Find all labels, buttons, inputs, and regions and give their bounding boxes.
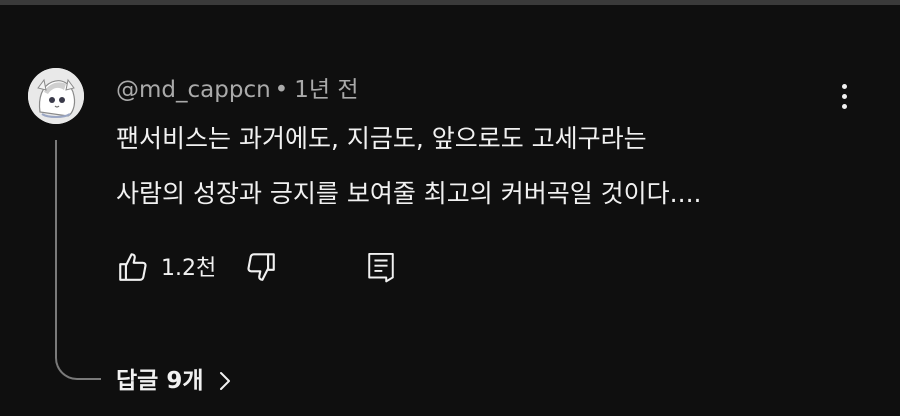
like-count: 1.2천 (161, 256, 217, 281)
reply-button[interactable] (365, 250, 397, 284)
replies-label: 답글 9개 (116, 368, 204, 394)
reply-thread-line (55, 140, 101, 380)
reply-comment-icon (368, 252, 394, 283)
comment-time[interactable]: 1년 전 (294, 77, 358, 103)
more-vert-icon (841, 83, 847, 109)
meta-separator: • (274, 77, 289, 103)
comment-meta: @md_cappcn • 1년 전 (116, 76, 359, 104)
thumbs-up-icon (119, 253, 147, 281)
author-name[interactable]: @md_cappcn (116, 77, 271, 103)
comment-text-line-1: 팬서비스는 과거에도, 지금도, 앞으로도 고세구라는 (116, 124, 647, 153)
dislike-button[interactable] (244, 250, 278, 284)
comment-text-line-2: 사람의 성장과 긍지를 보여줄 최고의 커버곡일 것이다.... (116, 179, 702, 208)
avatar[interactable] (28, 68, 84, 124)
more-options-button[interactable] (828, 80, 860, 112)
top-divider (0, 0, 900, 5)
view-replies-button[interactable]: 답글 9개 (116, 364, 232, 398)
thumbs-down-icon (247, 253, 275, 281)
avatar-image (28, 68, 84, 124)
like-button[interactable] (116, 250, 150, 284)
chevron-right-icon (218, 370, 232, 392)
